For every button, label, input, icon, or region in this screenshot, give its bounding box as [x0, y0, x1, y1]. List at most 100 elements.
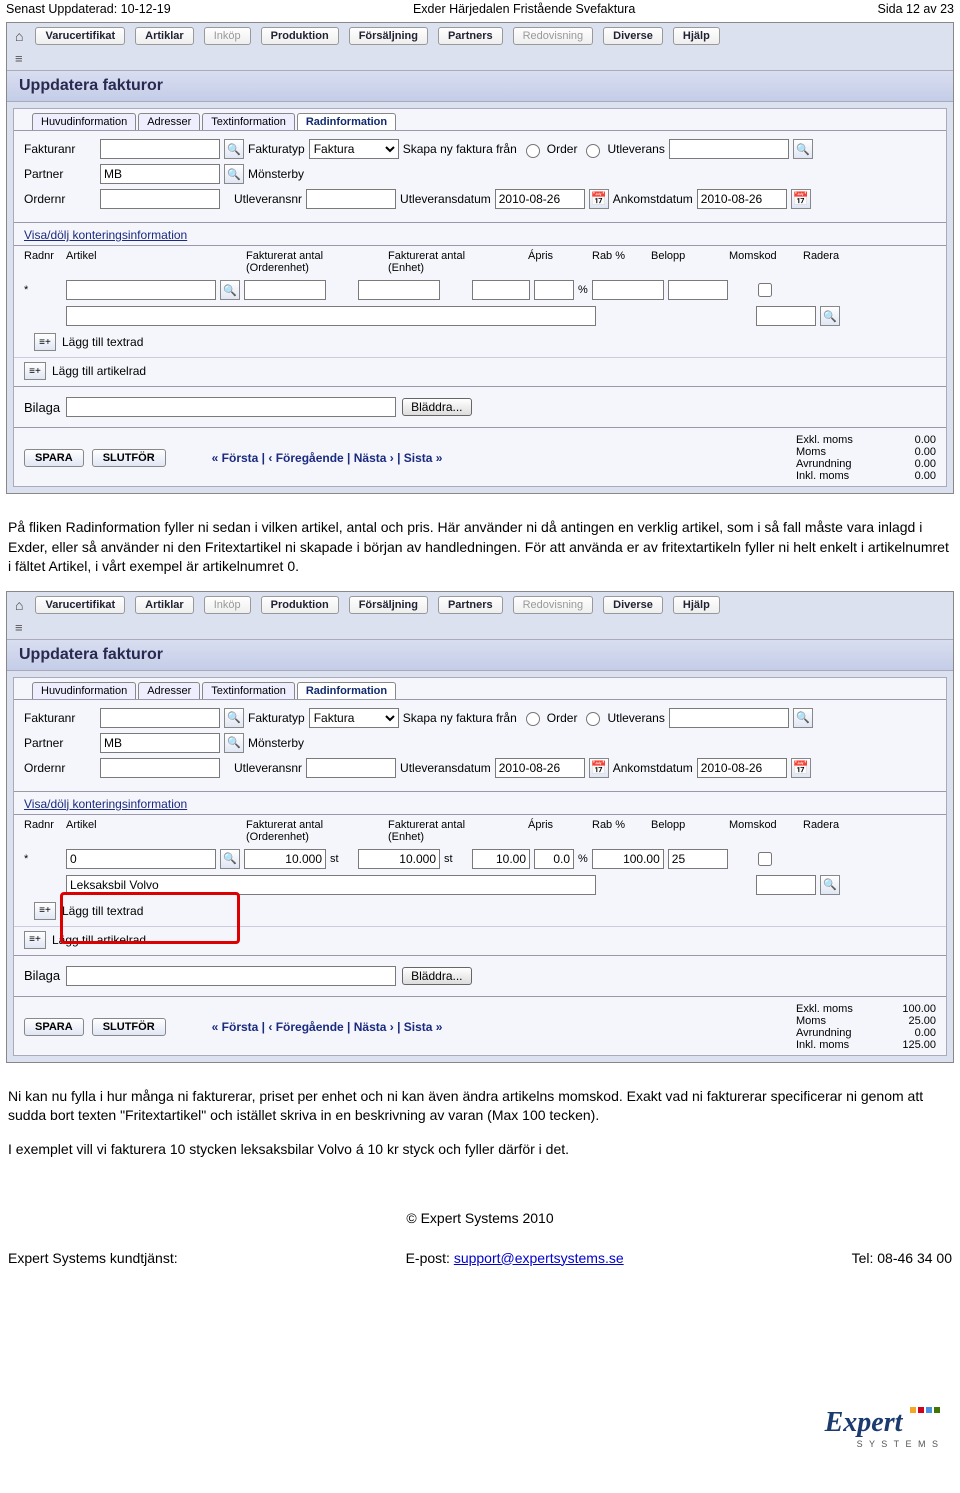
kontering-toggle[interactable]: Visa/dölj konteringsinformation: [14, 791, 946, 814]
menu-diverse[interactable]: Diverse: [603, 596, 663, 614]
input-ordernr[interactable]: [100, 758, 220, 778]
menu-produktion[interactable]: Produktion: [261, 596, 339, 614]
add-articlerow-icon[interactable]: ≡+: [24, 931, 46, 949]
browse-button[interactable]: Bläddra...: [402, 967, 471, 985]
tab-huvudinformation[interactable]: Huvudinformation: [32, 682, 136, 699]
menu-artiklar[interactable]: Artiklar: [135, 27, 194, 45]
lookup-partner-icon[interactable]: 🔍: [224, 164, 244, 184]
chk-radera[interactable]: [758, 283, 772, 297]
add-textrow-label[interactable]: Lägg till textrad: [62, 904, 143, 918]
input-skapa-ref[interactable]: [669, 139, 789, 159]
lookup-partner-icon[interactable]: 🔍: [224, 733, 244, 753]
tab-radinformation[interactable]: Radinformation: [297, 682, 396, 699]
align-icon[interactable]: ≡: [15, 51, 23, 66]
menu-forsaljning[interactable]: Försäljning: [349, 27, 428, 45]
input-utleveransnr[interactable]: [306, 758, 396, 778]
menu-produktion[interactable]: Produktion: [261, 27, 339, 45]
menu-inkop[interactable]: Inköp: [204, 27, 251, 45]
menu-partners[interactable]: Partners: [438, 596, 503, 614]
menu-artiklar[interactable]: Artiklar: [135, 596, 194, 614]
input-ankomstdatum[interactable]: [697, 189, 787, 209]
input-artikel[interactable]: [66, 849, 216, 869]
input-bilaga[interactable]: [66, 966, 396, 986]
tab-textinformation[interactable]: Textinformation: [202, 113, 295, 130]
menu-partners[interactable]: Partners: [438, 27, 503, 45]
menu-redovisning[interactable]: Redovisning: [513, 27, 594, 45]
home-icon[interactable]: ⌂: [15, 28, 23, 44]
radio-order[interactable]: [526, 144, 540, 158]
input-partner[interactable]: [100, 733, 220, 753]
finish-button[interactable]: SLUTFÖR: [92, 449, 166, 467]
select-fakturatyp[interactable]: Faktura: [309, 139, 399, 159]
menu-forsaljning[interactable]: Försäljning: [349, 596, 428, 614]
radio-utleverans[interactable]: [586, 144, 600, 158]
input-fakt-enhet[interactable]: [358, 280, 440, 300]
input-skapa-ref[interactable]: [669, 708, 789, 728]
calendar-ankomst-icon[interactable]: 📅: [791, 189, 811, 209]
menu-hjalp[interactable]: Hjälp: [673, 27, 720, 45]
input-utleveransnr[interactable]: [306, 189, 396, 209]
lookup-fakturanr-icon[interactable]: 🔍: [224, 708, 244, 728]
tab-huvudinformation[interactable]: Huvudinformation: [32, 113, 136, 130]
add-textrow-icon[interactable]: ≡+: [34, 902, 56, 920]
add-articlerow-label[interactable]: Lägg till artikelrad: [52, 364, 146, 378]
input-partner[interactable]: [100, 164, 220, 184]
input-utleveransdatum[interactable]: [495, 189, 585, 209]
calendar-utleverans-icon[interactable]: 📅: [589, 189, 609, 209]
browse-button[interactable]: Bläddra...: [402, 398, 471, 416]
input-momskod[interactable]: [668, 849, 728, 869]
chk-radera[interactable]: [758, 852, 772, 866]
menu-inkop[interactable]: Inköp: [204, 596, 251, 614]
input-rab[interactable]: [534, 849, 574, 869]
input-artikel-desc[interactable]: [66, 875, 596, 895]
finish-button[interactable]: SLUTFÖR: [92, 1018, 166, 1036]
add-articlerow-icon[interactable]: ≡+: [24, 362, 46, 380]
save-button[interactable]: SPARA: [24, 449, 84, 467]
input-momskod-2[interactable]: [756, 306, 816, 326]
lookup-momskod-icon[interactable]: 🔍: [820, 875, 840, 895]
tab-adresser[interactable]: Adresser: [138, 682, 200, 699]
input-artikel[interactable]: [66, 280, 216, 300]
add-textrow-label[interactable]: Lägg till textrad: [62, 335, 143, 349]
radio-utleverans[interactable]: [586, 712, 600, 726]
add-textrow-icon[interactable]: ≡+: [34, 333, 56, 351]
input-apris[interactable]: [472, 849, 530, 869]
lookup-artikel-icon[interactable]: 🔍: [220, 280, 240, 300]
input-fakt-order[interactable]: [244, 280, 326, 300]
footer-email-link[interactable]: support@expertsystems.se: [454, 1250, 624, 1266]
input-ankomstdatum[interactable]: [697, 758, 787, 778]
pager[interactable]: « Första | ‹ Föregående | Nästa › | Sist…: [212, 451, 443, 465]
input-artikel-desc[interactable]: [66, 306, 596, 326]
pager[interactable]: « Första | ‹ Föregående | Nästa › | Sist…: [212, 1020, 443, 1034]
menu-redovisning[interactable]: Redovisning: [513, 596, 594, 614]
input-momskod-2[interactable]: [756, 875, 816, 895]
input-bilaga[interactable]: [66, 397, 396, 417]
align-icon[interactable]: ≡: [15, 620, 23, 635]
lookup-momskod-icon[interactable]: 🔍: [820, 306, 840, 326]
input-utleveransdatum[interactable]: [495, 758, 585, 778]
input-rab[interactable]: [534, 280, 574, 300]
input-ordernr[interactable]: [100, 189, 220, 209]
menu-varucertifikat[interactable]: Varucertifikat: [35, 27, 125, 45]
input-fakturanr[interactable]: [100, 708, 220, 728]
input-momskod[interactable]: [668, 280, 728, 300]
lookup-fakturanr-icon[interactable]: 🔍: [224, 139, 244, 159]
lookup-skapa-icon[interactable]: 🔍: [793, 139, 813, 159]
lookup-artikel-icon[interactable]: 🔍: [220, 849, 240, 869]
menu-diverse[interactable]: Diverse: [603, 27, 663, 45]
input-belopp[interactable]: [592, 849, 664, 869]
input-fakturanr[interactable]: [100, 139, 220, 159]
tab-adresser[interactable]: Adresser: [138, 113, 200, 130]
tab-textinformation[interactable]: Textinformation: [202, 682, 295, 699]
select-fakturatyp[interactable]: Faktura: [309, 708, 399, 728]
lookup-skapa-icon[interactable]: 🔍: [793, 708, 813, 728]
calendar-utleverans-icon[interactable]: 📅: [589, 758, 609, 778]
menu-hjalp[interactable]: Hjälp: [673, 596, 720, 614]
radio-order[interactable]: [526, 712, 540, 726]
input-belopp[interactable]: [592, 280, 664, 300]
kontering-toggle[interactable]: Visa/dölj konteringsinformation: [14, 222, 946, 245]
input-fakt-enhet[interactable]: [358, 849, 440, 869]
home-icon[interactable]: ⌂: [15, 597, 23, 613]
save-button[interactable]: SPARA: [24, 1018, 84, 1036]
tab-radinformation[interactable]: Radinformation: [297, 113, 396, 130]
